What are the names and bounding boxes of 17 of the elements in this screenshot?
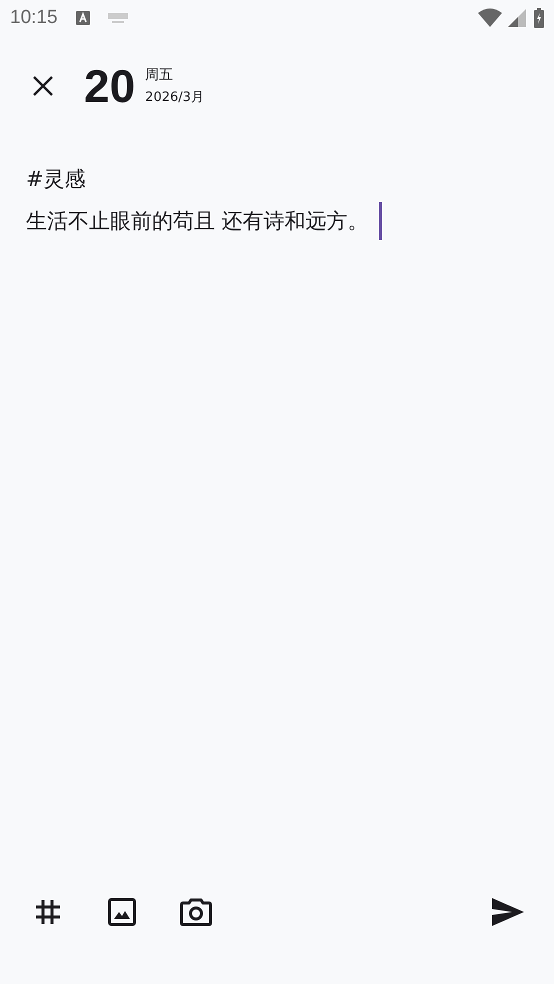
send-icon bbox=[492, 898, 524, 926]
image-icon bbox=[108, 898, 136, 926]
day-number: 20 bbox=[84, 59, 136, 113]
signal-icon bbox=[508, 9, 526, 27]
keyboard-icon bbox=[108, 13, 128, 23]
close-icon bbox=[32, 75, 54, 97]
text-cursor bbox=[378, 202, 382, 240]
note-text: 生活不止眼前的苟且 还有诗和远方。 bbox=[26, 208, 369, 235]
weekday-label: 周五 bbox=[145, 66, 174, 84]
font-icon bbox=[76, 11, 90, 25]
hash-icon bbox=[35, 899, 61, 925]
wifi-icon bbox=[478, 8, 502, 28]
status-time: 10:15 bbox=[10, 7, 58, 29]
camera-icon bbox=[180, 898, 212, 926]
year-month-label: 2026/3月 bbox=[145, 89, 204, 106]
battery-charging-icon bbox=[534, 8, 544, 28]
tag-text: #灵感 bbox=[26, 166, 87, 193]
